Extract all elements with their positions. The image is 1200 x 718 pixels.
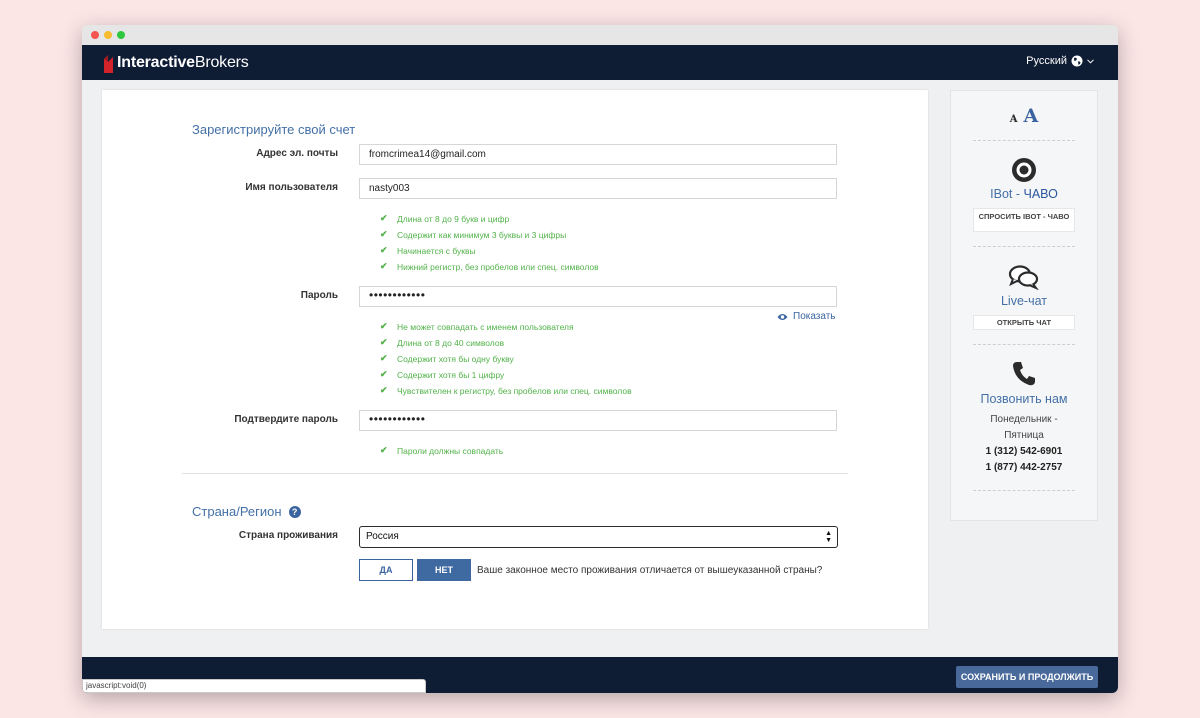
check-icon: ✔	[380, 337, 388, 347]
phone-number-1[interactable]: 1 (312) 542-6901	[951, 446, 1097, 457]
show-password-label: Показать	[793, 311, 836, 322]
logo-text: InteractiveBrokers	[117, 54, 249, 71]
confirm-rule: ✔ Пароли должны совпадать	[380, 445, 504, 456]
registration-form-card: Зарегистрируйте свой счет Адрес эл. почт…	[102, 90, 928, 629]
confirm-password-label: Подтвердите пароль	[234, 414, 338, 425]
residence-country-label: Страна проживания	[238, 530, 338, 541]
country-section-title: Страна/Регион ?	[192, 504, 301, 519]
browser-window: InteractiveBrokers Русский Зарегистрируй…	[82, 25, 1118, 693]
show-password-toggle[interactable]: Показать	[777, 311, 836, 322]
check-icon: ✔	[380, 321, 388, 331]
check-icon: ✔	[380, 369, 388, 379]
section-divider	[182, 473, 848, 474]
username-rule: ✔ Содержит как минимум 3 буквы и 3 цифры	[380, 229, 567, 240]
password-rule: ✔ Содержит хотя бы одну букву	[380, 353, 514, 364]
check-icon: ✔	[380, 229, 388, 239]
close-window-button[interactable]	[91, 31, 99, 39]
help-sidebar: AA IBot - ЧАВО СПРОСИТЬ IBOT - ЧАВО Live…	[950, 90, 1098, 521]
chat-bubbles-icon	[951, 264, 1097, 295]
site-header: InteractiveBrokers Русский	[82, 45, 1118, 80]
sidebar-separator	[973, 344, 1075, 346]
email-label: Адрес эл. почты	[256, 148, 338, 159]
font-decrease-button[interactable]: A	[1010, 114, 1018, 125]
residence-question: Ваше законное место проживания отличаетс…	[477, 565, 823, 576]
password-rule: ✔ Длина от 8 до 40 символов	[380, 337, 505, 348]
ibot-title: IBot - ЧАВО	[990, 187, 1058, 201]
password-rule: ✔ Чувствителен к регистру, без пробелов и…	[380, 385, 632, 396]
username-field[interactable]: nasty003	[359, 178, 837, 199]
phone-icon	[951, 361, 1097, 392]
password-rule: ✔ Содержит хотя бы 1 цифру	[380, 369, 505, 380]
confirm-password-field[interactable]: ••••••••••••	[359, 410, 837, 431]
select-arrows-icon: ▲ ▼	[825, 530, 832, 544]
check-icon: ✔	[380, 385, 388, 395]
password-rule: ✔ Не может совпадать с именем пользовател…	[380, 321, 574, 332]
maximize-window-button[interactable]	[117, 31, 125, 39]
check-icon: ✔	[380, 445, 388, 455]
eye-icon	[777, 313, 788, 320]
sidebar-separator	[973, 490, 1075, 492]
username-rule: ✔ Нижний регистр, без пробелов или спец. …	[380, 261, 599, 272]
browser-status-bar: javascript:void(0)	[82, 679, 426, 693]
save-and-continue-button[interactable]: СОХРАНИТЬ И ПРОДОЛЖИТЬ	[956, 666, 1098, 688]
minimize-window-button[interactable]	[104, 31, 112, 39]
chevron-down-icon	[1087, 58, 1094, 64]
email-field[interactable]: fromcrimea14@gmail.com	[359, 144, 837, 165]
form-title: Зарегистрируйте свой счет	[192, 122, 356, 137]
phone-number-2[interactable]: 1 (877) 442-2757	[951, 462, 1097, 473]
interactive-brokers-logo[interactable]: InteractiveBrokers	[102, 53, 249, 73]
font-size-controls: AA	[951, 105, 1097, 127]
username-label: Имя пользователя	[245, 182, 338, 193]
live-chat-title: Live-чат	[1000, 294, 1047, 308]
ask-ibot-button[interactable]: СПРОСИТЬ IBOT - ЧАВО	[973, 208, 1075, 232]
sidebar-separator	[973, 140, 1075, 142]
password-label: Пароль	[300, 290, 338, 301]
language-selector[interactable]: Русский	[1026, 55, 1094, 67]
check-icon: ✔	[380, 353, 388, 363]
logo-mark-icon	[104, 55, 113, 73]
residence-country-select[interactable]: Россия ▲ ▼	[359, 526, 838, 548]
hours-line-2: Пятница	[1004, 430, 1044, 441]
window-titlebar	[82, 25, 1118, 46]
font-increase-button[interactable]: A	[1024, 105, 1039, 127]
check-icon: ✔	[380, 261, 388, 271]
no-button[interactable]: НЕТ	[417, 559, 471, 581]
check-icon: ✔	[380, 213, 388, 223]
call-us-title: Позвонить нам	[980, 392, 1068, 406]
language-label: Русский	[1026, 55, 1067, 67]
open-chat-button[interactable]: ОТКРЫТЬ ЧАТ	[973, 315, 1075, 330]
password-field[interactable]: ••••••••••••	[359, 286, 837, 307]
yes-button[interactable]: ДА	[359, 559, 413, 581]
hours-line-1: Понедельник -	[990, 414, 1058, 425]
check-icon: ✔	[380, 245, 388, 255]
username-rule: ✔ Начинается с буквы	[380, 245, 476, 256]
sidebar-separator	[973, 246, 1075, 248]
eye-icon	[951, 157, 1097, 188]
globe-icon	[1071, 55, 1083, 67]
help-icon[interactable]: ?	[288, 505, 301, 518]
username-rule: ✔ Длина от 8 до 9 букв и цифр	[380, 213, 510, 224]
